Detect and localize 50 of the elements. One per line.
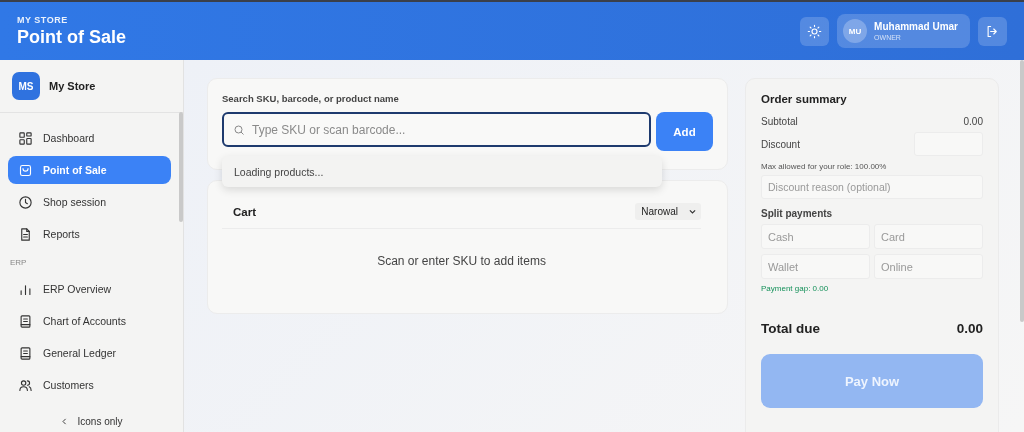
bag-icon: [18, 162, 33, 178]
add-button[interactable]: Add: [656, 112, 713, 151]
search-icon: [233, 124, 245, 136]
section-heading: ERP: [9, 257, 28, 269]
location-select[interactable]: Narowal: [635, 203, 701, 220]
loading-message: Loading products...: [222, 156, 662, 187]
payment-gap: Payment gap: 0.00: [761, 284, 830, 293]
discount-reason-field[interactable]: Discount reason (optional): [761, 175, 983, 199]
logout-icon: [985, 23, 1000, 39]
discount-hint: Max allowed for your role: 100.00%: [761, 162, 888, 171]
split-title: Split payments: [761, 208, 834, 219]
subtotal-label: Subtotal: [761, 116, 798, 127]
sidebar-item[interactable]: ERP Overview: [8, 275, 171, 303]
sun-icon: [807, 23, 823, 39]
subtotal-value: 0.00: [963, 116, 983, 127]
users-icon: [18, 377, 33, 393]
user-avatar: MU: [843, 19, 868, 43]
total-label: Total due: [761, 321, 820, 336]
payment-field[interactable]: Card: [874, 224, 983, 249]
logout-button[interactable]: [978, 16, 1007, 46]
user-name: Muhammad Umar: [874, 21, 958, 32]
chevron-down-icon: [688, 207, 697, 216]
collapse-button[interactable]: Icons only: [0, 410, 183, 432]
payment-field[interactable]: Wallet: [761, 254, 870, 279]
book-icon: [18, 313, 33, 329]
page-title: Point of Sale: [17, 26, 126, 48]
sidebar-item[interactable]: Customers: [8, 371, 171, 399]
sidebar-item[interactable]: Dashboard: [8, 124, 171, 152]
payment-field[interactable]: Cash: [761, 224, 870, 249]
discount-label: Discount: [761, 138, 800, 150]
field-label: Search SKU, barcode, or product name: [222, 93, 400, 104]
empty-cart-message: Scan or enter SKU to add items: [376, 254, 547, 268]
sidebar-item[interactable]: General Ledger: [8, 339, 171, 367]
book-icon: [18, 345, 33, 361]
sidebar-item[interactable]: Reports: [8, 220, 171, 248]
payment-field[interactable]: Online: [874, 254, 983, 279]
document-icon: [18, 226, 33, 242]
cart-title: Cart: [233, 205, 256, 218]
grid-icon: [18, 130, 33, 146]
theme-toggle-button[interactable]: [800, 16, 830, 46]
store-name: My Store: [49, 80, 96, 92]
search-field[interactable]: Type SKU or scan barcode...: [222, 112, 651, 147]
clock-icon: [18, 194, 33, 210]
total-value: 0.00: [956, 321, 983, 336]
store-logo: MS: [12, 72, 40, 100]
summary-title: Order summary: [761, 93, 848, 105]
sidebar-item[interactable]: Point of Sale: [8, 156, 171, 184]
store-name: MY STORE: [17, 14, 69, 25]
sidebar-item[interactable]: Shop session: [8, 188, 171, 216]
sidebar-item[interactable]: Chart of Accounts: [8, 307, 171, 335]
